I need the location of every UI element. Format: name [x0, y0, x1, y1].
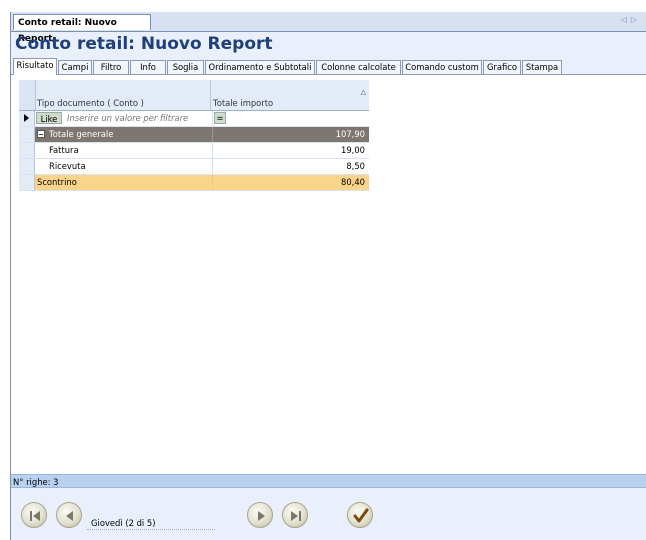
row-selector-header	[19, 80, 36, 110]
tab-comando-custom[interactable]: Comando custom	[402, 60, 482, 74]
checkmark-icon	[353, 508, 369, 523]
skip-first-icon	[30, 511, 40, 521]
group-label: Totale generale	[49, 129, 114, 139]
filter-row[interactable]: Like Inserire un valore per filtrare =	[19, 111, 369, 127]
current-row-arrow-icon	[24, 114, 29, 122]
result-grid: Tipo documento ( Conto ) Totale importo …	[19, 80, 369, 191]
column-header-tipo-documento[interactable]: Tipo documento ( Conto )	[37, 98, 144, 108]
tab-grafico[interactable]: Grafico	[483, 60, 521, 74]
row-label: Ricevuta	[49, 161, 86, 171]
previous-icon	[66, 511, 73, 521]
tab-filtro[interactable]: Filtro	[93, 60, 129, 74]
last-record-button[interactable]	[282, 502, 308, 528]
row-value: 19,00	[341, 145, 365, 155]
filter-operator-button[interactable]: Like	[36, 112, 62, 124]
collapse-icon[interactable]	[37, 130, 45, 138]
tab-scroll-arrows-icon[interactable]: ◁▷	[621, 15, 641, 24]
status-bar: N° righe: 3	[11, 474, 646, 488]
skip-last-icon	[291, 511, 301, 521]
tab-colonne-calcolate[interactable]: Colonne calcolate	[316, 60, 401, 74]
next-record-button[interactable]	[247, 502, 273, 528]
row-selector	[19, 175, 35, 190]
result-panel: Tipo documento ( Conto ) Totale importo …	[11, 74, 646, 475]
filter-input[interactable]: Inserire un valore per filtrare	[67, 111, 188, 125]
value-filter-operator-button[interactable]: =	[214, 112, 226, 124]
table-row-selected[interactable]: Scontrino 80,40	[19, 175, 369, 191]
record-navigator: Giovedì (2 di 5)	[11, 489, 646, 540]
tab-ordinamento[interactable]: Ordinamento e Subtotali	[205, 60, 315, 74]
row-label: Fattura	[49, 145, 79, 155]
current-record-label: Giovedì (2 di 5)	[87, 516, 215, 530]
row-value: 8,50	[346, 161, 365, 171]
row-selector	[19, 111, 35, 126]
sort-ascending-icon[interactable]: △	[361, 88, 366, 96]
row-selector	[19, 127, 35, 142]
row-selector	[19, 159, 35, 174]
group-total-value: 107,90	[335, 129, 365, 139]
confirm-button[interactable]	[347, 502, 373, 528]
group-row-total[interactable]: Totale generale 107,90	[19, 127, 369, 143]
tab-stampa[interactable]: Stampa	[522, 60, 562, 74]
page-title: Conto retail: Nuovo Report	[15, 34, 273, 54]
document-tab-bar: Conto retail: Nuovo Report ◁▷	[11, 12, 646, 44]
table-row[interactable]: Ricevuta 8,50	[19, 159, 369, 175]
tab-campi[interactable]: Campi	[58, 60, 92, 74]
table-row[interactable]: Fattura 19,00	[19, 143, 369, 159]
tab-risultato[interactable]: Risultato	[13, 58, 57, 75]
report-window: Conto retail: Nuovo Report ◁▷ Conto reta…	[10, 12, 646, 540]
tab-soglia[interactable]: Soglia	[167, 60, 204, 74]
row-value: 80,40	[341, 177, 365, 187]
tab-info[interactable]: Info	[130, 60, 166, 74]
row-selector	[19, 143, 35, 158]
first-record-button[interactable]	[21, 502, 47, 528]
grid-header: Tipo documento ( Conto ) Totale importo …	[19, 80, 369, 111]
document-tab[interactable]: Conto retail: Nuovo Report	[13, 14, 151, 44]
row-label: Scontrino	[37, 177, 77, 187]
column-header-totale-importo[interactable]: Totale importo	[213, 98, 273, 108]
previous-record-button[interactable]	[56, 502, 82, 528]
next-icon	[258, 511, 265, 521]
